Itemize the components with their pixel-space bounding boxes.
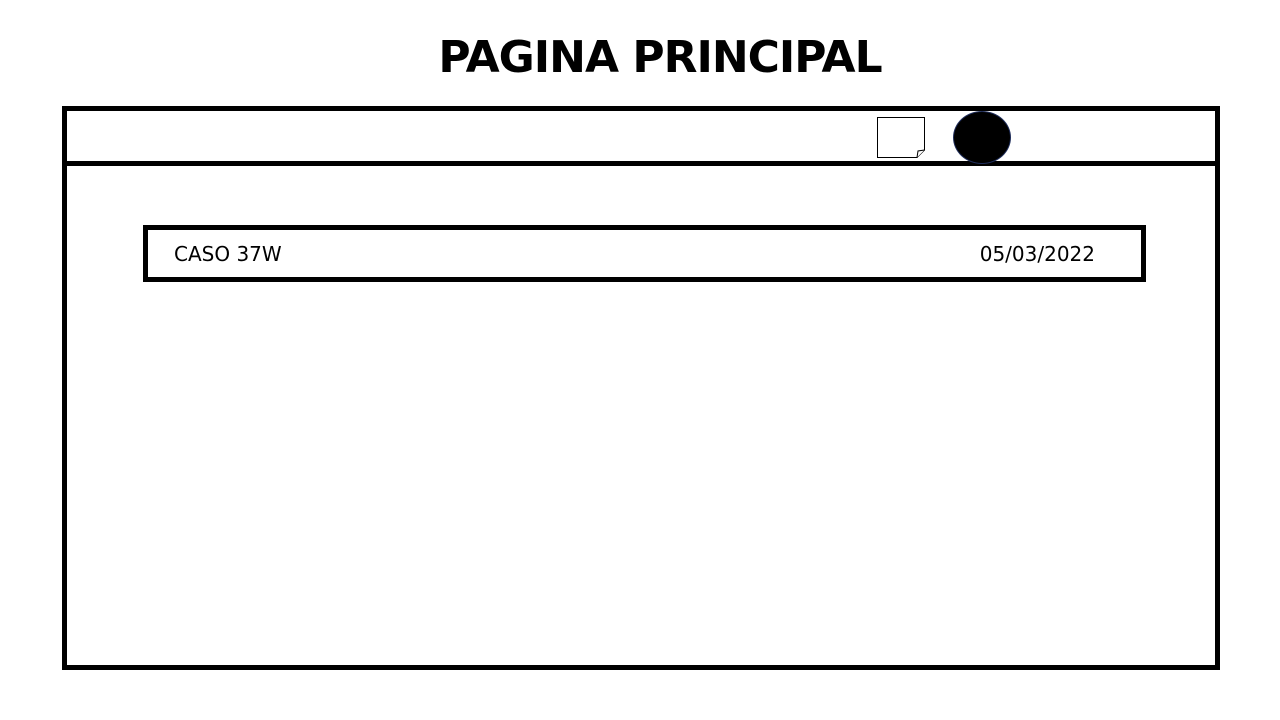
user-avatar[interactable] bbox=[953, 111, 1011, 164]
document-icon[interactable] bbox=[877, 117, 925, 158]
page-title: PAGINA PRINCIPAL bbox=[438, 32, 882, 83]
top-toolbar bbox=[67, 111, 1215, 166]
main-window: CASO 37W 05/03/2022 bbox=[62, 106, 1220, 670]
case-list-item[interactable]: CASO 37W 05/03/2022 bbox=[143, 225, 1146, 282]
case-name: CASO 37W bbox=[174, 242, 282, 266]
document-icon-graphic bbox=[877, 117, 925, 158]
page: PAGINA PRINCIPAL CASO 37W 05/03/2022 bbox=[0, 0, 1280, 720]
case-date: 05/03/2022 bbox=[979, 242, 1095, 266]
